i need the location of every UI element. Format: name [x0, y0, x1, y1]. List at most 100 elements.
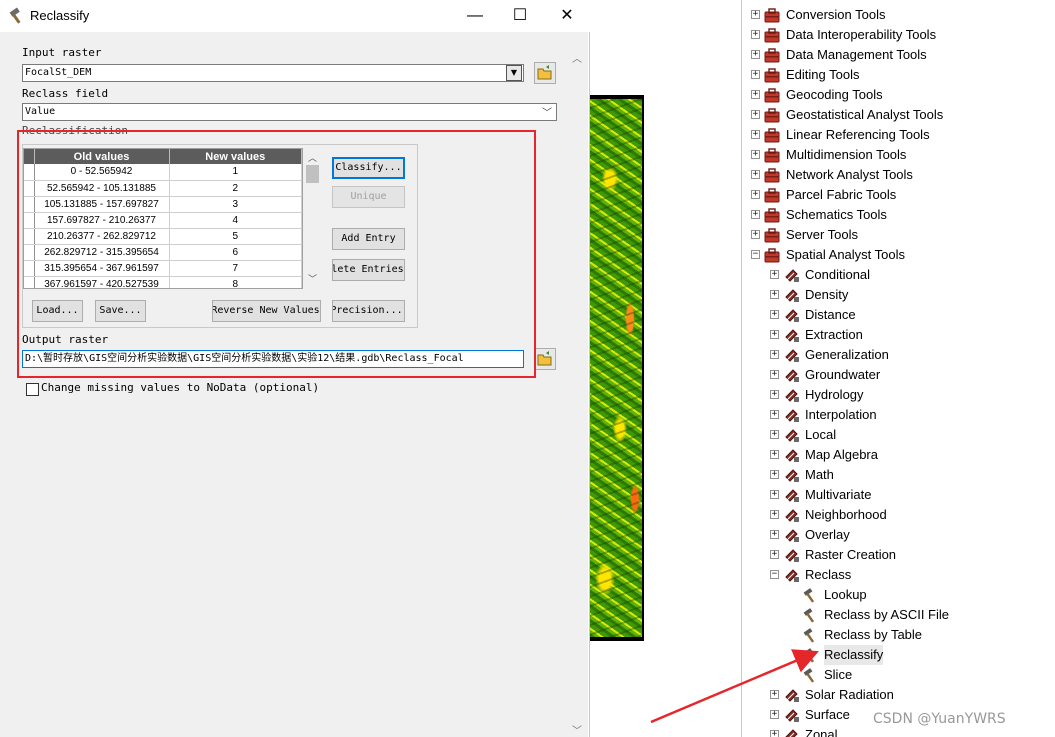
- expand-icon[interactable]: +: [751, 170, 760, 179]
- toolbox-icon: [764, 228, 780, 243]
- tree-item-neighborhood[interactable]: + Neighborhood: [742, 505, 1055, 525]
- toolbox-icon: [764, 88, 780, 103]
- expand-icon[interactable]: +: [751, 190, 760, 199]
- expand-icon[interactable]: +: [770, 350, 779, 359]
- output-raster-browse-button[interactable]: [534, 348, 556, 370]
- tree-item-conditional[interactable]: + Conditional: [742, 265, 1055, 285]
- tree-item-label: Linear Referencing Tools: [786, 127, 930, 142]
- expand-icon[interactable]: +: [770, 470, 779, 479]
- tree-item-label: Surface: [805, 707, 850, 722]
- expand-icon[interactable]: +: [770, 490, 779, 499]
- tree-item-spatial-analyst-tools[interactable]: − Spatial Analyst Tools: [742, 245, 1055, 265]
- tree-item-density[interactable]: + Density: [742, 285, 1055, 305]
- nodata-checkbox[interactable]: [26, 383, 39, 396]
- expand-icon[interactable]: +: [751, 70, 760, 79]
- tree-item-linear-referencing-tools[interactable]: + Linear Referencing Tools: [742, 125, 1055, 145]
- expand-icon[interactable]: +: [770, 330, 779, 339]
- tree-item-generalization[interactable]: + Generalization: [742, 345, 1055, 365]
- tree-item-label: Neighborhood: [805, 507, 887, 522]
- tree-item-editing-tools[interactable]: + Editing Tools: [742, 65, 1055, 85]
- tree-item-local[interactable]: + Local: [742, 425, 1055, 445]
- tree-item-data-management-tools[interactable]: + Data Management Tools: [742, 45, 1055, 65]
- expand-icon[interactable]: +: [770, 430, 779, 439]
- input-raster-browse-button[interactable]: [534, 62, 556, 84]
- tree-item-multivariate[interactable]: + Multivariate: [742, 485, 1055, 505]
- expand-icon[interactable]: +: [770, 390, 779, 399]
- expand-icon[interactable]: +: [770, 410, 779, 419]
- expand-icon[interactable]: +: [751, 30, 760, 39]
- tree-item-label: Slice: [824, 667, 853, 682]
- tree-item-raster-creation[interactable]: + Raster Creation: [742, 545, 1055, 565]
- nodata-checkbox-label[interactable]: Change missing values to NoData (optiona…: [41, 381, 319, 394]
- maximize-button[interactable]: ☐: [497, 0, 543, 32]
- toolbox-icon: [764, 168, 780, 183]
- tree-item-multidimension-tools[interactable]: + Multidimension Tools: [742, 145, 1055, 165]
- tool-slice[interactable]: Slice: [742, 665, 1055, 685]
- scroll-up-icon[interactable]: ︿: [572, 50, 582, 65]
- tool-reclass-by-table[interactable]: Reclass by Table: [742, 625, 1055, 645]
- tree-item-overlay[interactable]: + Overlay: [742, 525, 1055, 545]
- tree-item-parcel-fabric-tools[interactable]: + Parcel Fabric Tools: [742, 185, 1055, 205]
- dialog-title: Reclassify: [30, 8, 90, 23]
- chevron-down-icon[interactable]: ﹀: [542, 104, 552, 119]
- expand-icon[interactable]: +: [770, 450, 779, 459]
- expand-icon[interactable]: +: [770, 710, 779, 719]
- dialog-scrollbar[interactable]: ︿ ﹀: [566, 32, 588, 737]
- tree-item-reclass[interactable]: − Reclass: [742, 565, 1055, 585]
- minimize-button[interactable]: —: [452, 0, 498, 32]
- scroll-down-icon[interactable]: ﹀: [572, 722, 582, 737]
- expand-icon[interactable]: +: [770, 550, 779, 559]
- expand-icon[interactable]: +: [751, 50, 760, 59]
- expand-icon[interactable]: +: [770, 270, 779, 279]
- reclass-field-select[interactable]: Value: [22, 103, 557, 121]
- arctoolbox-tree: + Conversion Tools + Data Interoperability …: [741, 0, 1055, 737]
- tree-item-label: Reclass by ASCII File: [824, 607, 949, 622]
- reclassify-dialog: Reclassify — ☐ ✕ ︿ ﹀ Input raster FocalS…: [0, 0, 590, 737]
- tree-item-label: Server Tools: [786, 227, 859, 242]
- tree-item-server-tools[interactable]: + Server Tools: [742, 225, 1055, 245]
- expand-icon[interactable]: +: [770, 310, 779, 319]
- toolset-icon: [785, 549, 799, 562]
- tree-item-solar-radiation[interactable]: + Solar Radiation: [742, 685, 1055, 705]
- expand-icon[interactable]: +: [770, 290, 779, 299]
- tree-item-math[interactable]: + Math: [742, 465, 1055, 485]
- tool-reclass-by-ascii-file[interactable]: Reclass by ASCII File: [742, 605, 1055, 625]
- expand-icon[interactable]: +: [751, 230, 760, 239]
- tree-item-extraction[interactable]: + Extraction: [742, 325, 1055, 345]
- toolset-icon: [785, 289, 799, 302]
- tree-item-network-analyst-tools[interactable]: + Network Analyst Tools: [742, 165, 1055, 185]
- expand-icon[interactable]: +: [770, 530, 779, 539]
- expand-icon[interactable]: +: [751, 130, 760, 139]
- expand-icon[interactable]: +: [770, 730, 779, 737]
- expand-icon[interactable]: +: [770, 370, 779, 379]
- tree-item-geocoding-tools[interactable]: + Geocoding Tools: [742, 85, 1055, 105]
- tree-item-interpolation[interactable]: + Interpolation: [742, 405, 1055, 425]
- expand-icon[interactable]: +: [751, 110, 760, 119]
- expand-icon[interactable]: +: [751, 90, 760, 99]
- chevron-down-icon[interactable]: ▼: [506, 65, 522, 81]
- toolbox-icon: [764, 8, 780, 23]
- tree-item-map-algebra[interactable]: + Map Algebra: [742, 445, 1055, 465]
- input-raster-select[interactable]: FocalSt_DEM: [22, 64, 524, 82]
- expand-icon[interactable]: +: [770, 690, 779, 699]
- tree-item-label: Solar Radiation: [805, 687, 894, 702]
- expand-icon[interactable]: +: [751, 10, 760, 19]
- expand-icon[interactable]: +: [751, 150, 760, 159]
- collapse-icon[interactable]: −: [770, 570, 779, 579]
- tree-item-conversion-tools[interactable]: + Conversion Tools: [742, 5, 1055, 25]
- collapse-icon[interactable]: −: [751, 250, 760, 259]
- raster-map-view[interactable]: [590, 95, 644, 641]
- tool-reclassify[interactable]: Reclassify: [742, 645, 1055, 665]
- tree-item-label: Reclass by Table: [824, 627, 923, 642]
- tree-item-schematics-tools[interactable]: + Schematics Tools: [742, 205, 1055, 225]
- tree-item-geostatistical-analyst-tools[interactable]: + Geostatistical Analyst Tools: [742, 105, 1055, 125]
- expand-icon[interactable]: +: [770, 510, 779, 519]
- expand-icon[interactable]: +: [751, 210, 760, 219]
- tool-lookup[interactable]: Lookup: [742, 585, 1055, 605]
- close-button[interactable]: ✕: [544, 0, 590, 32]
- tree-item-distance[interactable]: + Distance: [742, 305, 1055, 325]
- tree-item-hydrology[interactable]: + Hydrology: [742, 385, 1055, 405]
- tree-item-data-interoperability-tools[interactable]: + Data Interoperability Tools: [742, 25, 1055, 45]
- toolset-icon: [785, 489, 799, 502]
- tree-item-groundwater[interactable]: + Groundwater: [742, 365, 1055, 385]
